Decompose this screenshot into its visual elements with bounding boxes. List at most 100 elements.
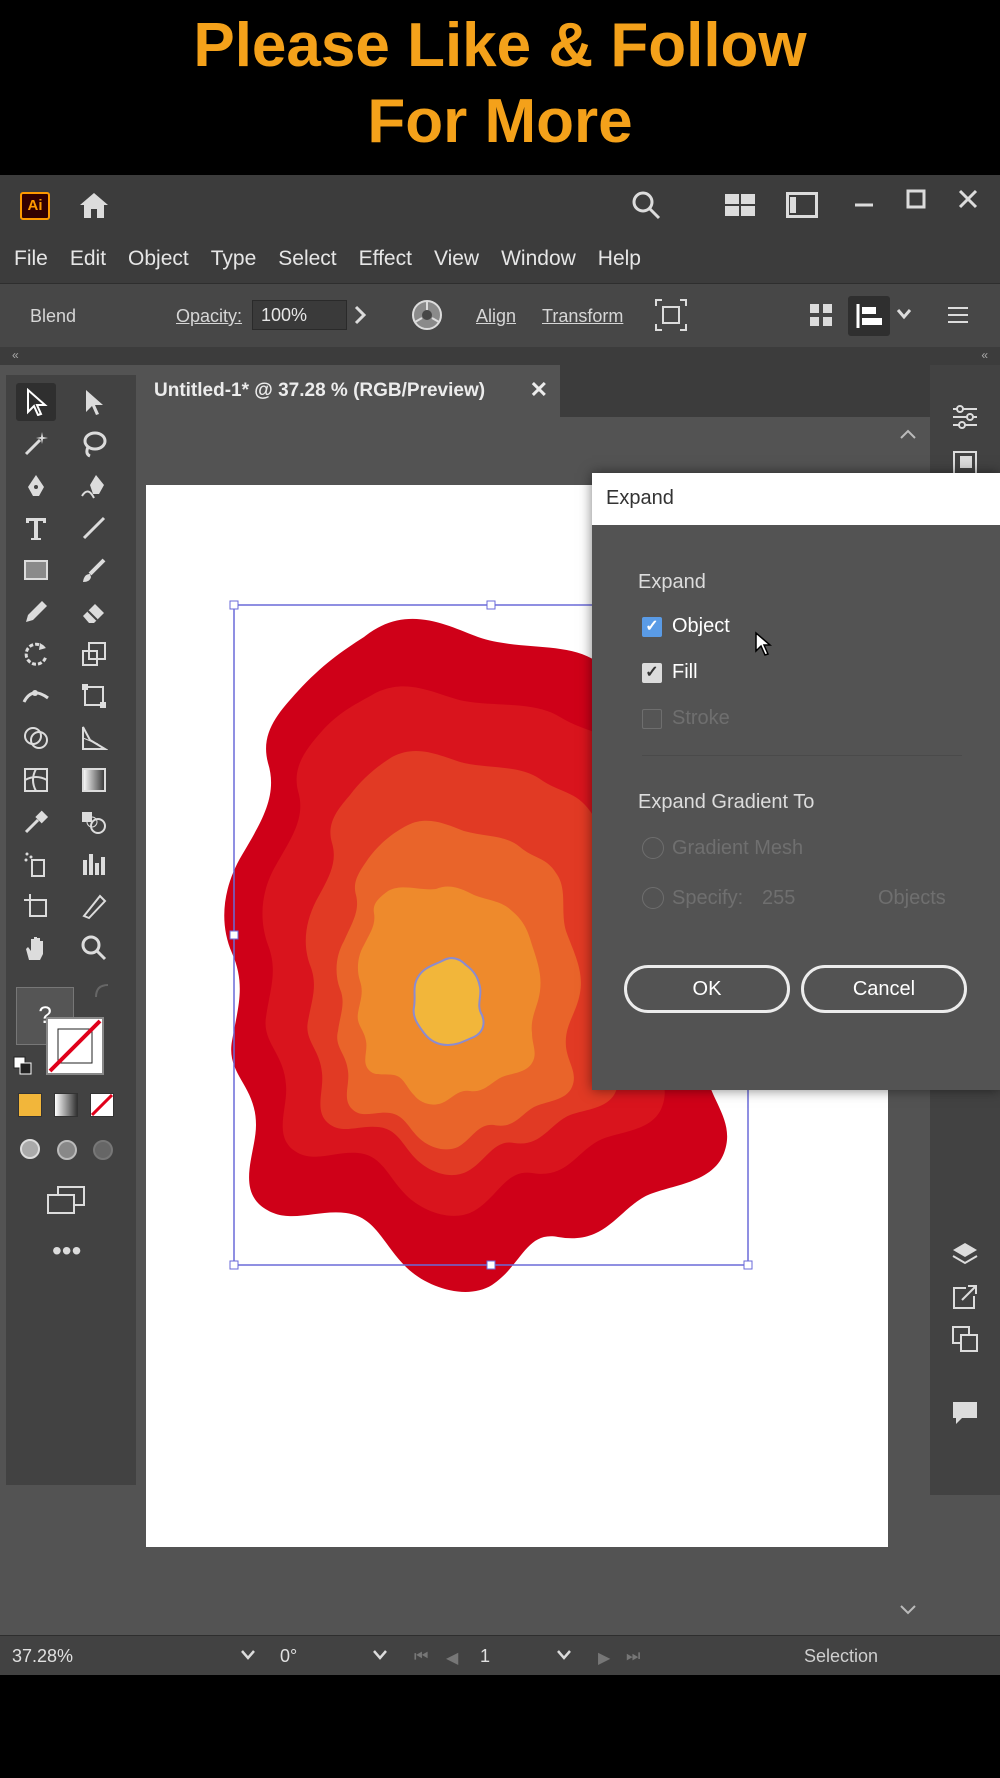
swap-colors-icon[interactable]	[92, 981, 112, 1006]
stroke-checkbox[interactable]	[642, 709, 662, 729]
eraser-tool-icon[interactable]	[74, 593, 114, 631]
object-checkbox-label[interactable]: Object	[672, 615, 730, 638]
search-icon[interactable]	[626, 187, 666, 223]
stroke-swatch[interactable]	[46, 1017, 104, 1075]
opacity-label[interactable]: Opacity:	[176, 306, 242, 327]
artboards-panel-icon[interactable]	[945, 1319, 985, 1359]
document-tab[interactable]: Untitled-1* @ 37.28 % (RGB/Preview) ✕	[138, 365, 560, 417]
magic-wand-tool-icon[interactable]	[16, 425, 56, 463]
object-checkbox[interactable]: ✓	[642, 617, 662, 637]
lasso-tool-icon[interactable]	[74, 425, 114, 463]
menu-select[interactable]: Select	[278, 247, 336, 271]
screen-mode-icon[interactable]	[46, 1185, 86, 1220]
maximize-icon[interactable]	[898, 181, 934, 217]
gradient-mesh-radio[interactable]	[642, 837, 664, 859]
menu-object[interactable]: Object	[128, 247, 189, 271]
scroll-up-icon[interactable]	[898, 427, 918, 446]
artboard-dropdown-icon[interactable]	[556, 1648, 572, 1667]
width-tool-icon[interactable]	[16, 677, 56, 715]
rectangle-tool-icon[interactable]	[16, 551, 56, 589]
selection-tool-icon[interactable]	[16, 383, 56, 421]
symbol-sprayer-tool-icon[interactable]	[16, 845, 56, 883]
fill-checkbox[interactable]: ✓	[642, 663, 662, 683]
free-transform-tool-icon[interactable]	[74, 677, 114, 715]
collapse-left-icon[interactable]: «	[12, 348, 19, 362]
gradient-tool-icon[interactable]	[74, 761, 114, 799]
first-artboard-icon[interactable]: ⏮	[414, 1648, 428, 1666]
column-graph-tool-icon[interactable]	[74, 845, 114, 883]
rotation-value[interactable]: 0°	[280, 1646, 297, 1667]
line-segment-tool-icon[interactable]	[74, 509, 114, 547]
align-link[interactable]: Align	[476, 306, 516, 327]
pen-tool-icon[interactable]	[16, 467, 56, 505]
shape-builder-tool-icon[interactable]	[16, 719, 56, 757]
draw-inside-icon[interactable]	[90, 1137, 116, 1168]
artboard-number[interactable]: 1	[480, 1646, 490, 1667]
direct-selection-tool-icon[interactable]	[74, 383, 114, 421]
arrange-grid-icon[interactable]	[808, 302, 834, 333]
tools-panel: ? •••	[6, 375, 136, 1485]
arrange-documents-icon[interactable]	[782, 187, 822, 223]
zoom-tool-icon[interactable]	[74, 929, 114, 967]
recolor-artwork-icon[interactable]	[410, 298, 444, 337]
draw-normal-icon[interactable]	[18, 1137, 44, 1168]
collapse-right-icon[interactable]: «	[981, 348, 988, 362]
hand-tool-icon[interactable]	[16, 929, 56, 967]
menu-type[interactable]: Type	[211, 247, 257, 271]
last-artboard-icon[interactable]: ⏭	[626, 1648, 640, 1666]
scroll-down-icon[interactable]	[898, 1603, 918, 1622]
menu-file[interactable]: File	[14, 247, 48, 271]
rotation-dropdown-icon[interactable]	[372, 1648, 388, 1667]
minimize-icon[interactable]	[846, 187, 882, 223]
close-tab-icon[interactable]: ✕	[530, 377, 548, 403]
panel-menu-icon[interactable]	[946, 304, 970, 331]
close-icon[interactable]	[950, 181, 986, 217]
ok-button[interactable]: OK	[624, 965, 790, 1013]
chevron-down-icon[interactable]	[896, 306, 912, 327]
layers-panel-icon[interactable]	[945, 1235, 985, 1275]
menu-effect[interactable]: Effect	[359, 247, 412, 271]
cancel-button[interactable]: Cancel	[801, 965, 967, 1013]
default-colors-icon[interactable]	[12, 1055, 34, 1082]
fill-checkbox-label[interactable]: Fill	[672, 661, 698, 684]
perspective-grid-tool-icon[interactable]	[74, 719, 114, 757]
properties-panel-icon[interactable]	[945, 397, 985, 437]
menu-help[interactable]: Help	[598, 247, 641, 271]
draw-behind-icon[interactable]	[54, 1137, 80, 1168]
gradient-mode-button[interactable]	[54, 1093, 78, 1117]
menu-view[interactable]: View	[434, 247, 479, 271]
previous-artboard-icon[interactable]: ◀	[446, 1648, 458, 1668]
home-icon[interactable]	[74, 187, 114, 223]
more-tools-icon[interactable]: •••	[52, 1237, 81, 1265]
align-options-icon[interactable]	[848, 296, 890, 336]
specify-value-input[interactable]: 255	[762, 887, 795, 910]
eyedropper-tool-icon[interactable]	[16, 803, 56, 841]
none-mode-button[interactable]	[90, 1093, 114, 1117]
comments-panel-icon[interactable]	[945, 1393, 985, 1433]
workspace-switcher-icon[interactable]	[720, 187, 760, 223]
color-mode-button[interactable]	[18, 1093, 42, 1117]
slice-tool-icon[interactable]	[74, 887, 114, 925]
isolate-group-icon[interactable]	[654, 298, 688, 337]
status-bar: 37.28% 0° ⏮ ◀ 1 ▶ ⏭ Selection	[0, 1635, 1000, 1675]
mesh-tool-icon[interactable]	[16, 761, 56, 799]
pencil-tool-icon[interactable]	[16, 593, 56, 631]
paintbrush-tool-icon[interactable]	[74, 551, 114, 589]
blend-tool-icon[interactable]	[74, 803, 114, 841]
menu-window[interactable]: Window	[501, 247, 576, 271]
export-panel-icon[interactable]	[945, 1277, 985, 1317]
scale-tool-icon[interactable]	[74, 635, 114, 673]
next-artboard-icon[interactable]: ▶	[598, 1648, 610, 1668]
transform-link[interactable]: Transform	[542, 306, 623, 327]
zoom-dropdown-icon[interactable]	[240, 1648, 256, 1667]
specify-label: Specify:	[672, 887, 744, 909]
menu-edit[interactable]: Edit	[70, 247, 106, 271]
artboard-tool-icon[interactable]	[16, 887, 56, 925]
opacity-input[interactable]: 100%	[252, 300, 347, 330]
type-tool-icon[interactable]	[16, 509, 56, 547]
curvature-tool-icon[interactable]	[74, 467, 114, 505]
specify-radio[interactable]	[642, 887, 664, 909]
zoom-level[interactable]: 37.28%	[12, 1646, 73, 1667]
chevron-right-icon[interactable]	[352, 302, 368, 333]
rotate-tool-icon[interactable]	[16, 635, 56, 673]
